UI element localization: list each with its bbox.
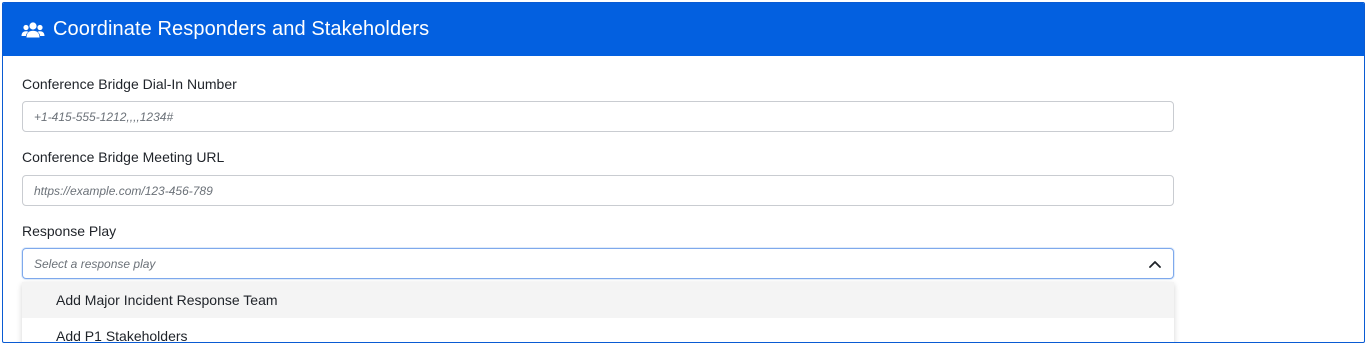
chevron-up-icon[interactable] <box>1148 259 1162 269</box>
response-play-label: Response Play <box>22 223 117 239</box>
panel-title: Coordinate Responders and Stakeholders <box>53 18 430 40</box>
response-play-placeholder: Select a response play <box>34 256 156 271</box>
panel-header: Coordinate Responders and Stakeholders <box>3 3 1364 56</box>
users-icon <box>21 20 47 40</box>
dial-in-label: Conference Bridge Dial-In Number <box>22 76 237 92</box>
dial-in-input[interactable] <box>22 101 1174 132</box>
response-play-dropdown: Add Major Incident Response Team Add P1 … <box>22 282 1174 342</box>
response-play-select[interactable]: Select a response play <box>22 248 1174 279</box>
meeting-url-input[interactable] <box>22 175 1174 206</box>
coordinate-responders-panel: Coordinate Responders and Stakeholders C… <box>2 2 1365 343</box>
dropdown-option[interactable]: Add P1 Stakeholders <box>22 318 1174 342</box>
meeting-url-label: Conference Bridge Meeting URL <box>22 149 225 165</box>
dropdown-option[interactable]: Add Major Incident Response Team <box>22 282 1174 318</box>
